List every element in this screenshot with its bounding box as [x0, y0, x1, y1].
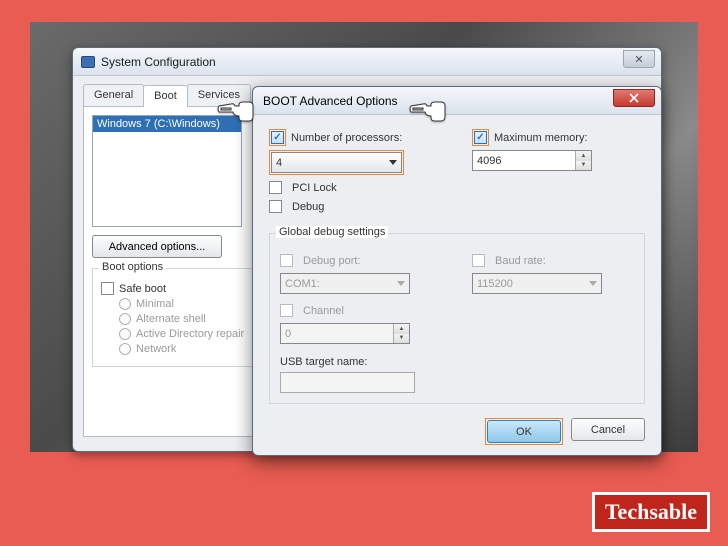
sysconfig-titlebar[interactable]: System Configuration ✕	[73, 48, 661, 76]
cancel-button[interactable]: Cancel	[571, 418, 645, 441]
advopt-title: BOOT Advanced Options	[263, 94, 398, 108]
usb-target-input	[280, 372, 415, 393]
num-processors-combo-highlight: 4	[269, 150, 404, 175]
global-debug-settings-group: Global debug settings Debug port: COM1:	[269, 233, 645, 404]
debug-checkbox[interactable]	[269, 200, 282, 213]
global-debug-label: Global debug settings	[276, 226, 388, 238]
channel-spinner: 0 ▲▼	[280, 323, 410, 344]
max-memory-label: Maximum memory:	[494, 132, 588, 144]
chevron-down-icon	[389, 160, 397, 165]
safe-boot-label: Safe boot	[119, 283, 166, 295]
channel-label: Channel	[303, 305, 344, 317]
advopt-body: Number of processors: 4 PCI Lock	[253, 115, 661, 459]
chevron-down-icon	[397, 281, 405, 286]
baud-rate-combo: 115200	[472, 273, 602, 294]
sysconfig-icon	[81, 56, 95, 68]
debug-port-label: Debug port:	[303, 255, 360, 267]
spinner-buttons: ▲▼	[393, 324, 409, 343]
num-processors-combo[interactable]: 4	[271, 152, 402, 173]
tab-general[interactable]: General	[83, 84, 144, 106]
dialog-buttons: OK Cancel	[269, 418, 645, 445]
boot-options-label: Boot options	[99, 261, 166, 273]
max-memory-checkbox-highlight	[472, 129, 489, 146]
screenshot-canvas: System Configuration ✕ General Boot Serv…	[30, 22, 698, 452]
channel-value: 0	[281, 328, 393, 340]
max-memory-checkbox[interactable]	[474, 131, 487, 144]
tab-boot[interactable]: Boot	[143, 85, 188, 107]
os-list[interactable]: Windows 7 (C:\Windows)	[92, 115, 242, 227]
close-button[interactable]	[613, 89, 655, 107]
usb-target-label: USB target name:	[280, 356, 367, 368]
channel-checkbox	[280, 304, 293, 317]
num-processors-checkbox[interactable]	[271, 131, 284, 144]
pci-lock-checkbox[interactable]	[269, 181, 282, 194]
baud-rate-checkbox	[472, 254, 485, 267]
debug-port-value: COM1:	[285, 278, 320, 290]
advanced-options-button[interactable]: Advanced options...	[92, 235, 222, 258]
safe-boot-checkbox[interactable]	[101, 282, 114, 295]
chevron-down-icon	[589, 281, 597, 286]
radio-alternate-shell	[119, 313, 131, 325]
ok-button[interactable]: OK	[487, 420, 561, 443]
sysconfig-title: System Configuration	[101, 55, 216, 69]
boot-options-group: Boot options Safe boot Minimal Alternate…	[92, 268, 262, 367]
debug-label: Debug	[292, 201, 324, 213]
watermark: Techsable	[592, 492, 710, 532]
pci-lock-label: PCI Lock	[292, 182, 337, 194]
radio-network	[119, 343, 131, 355]
max-memory-spinner[interactable]: 4096 ▲▼	[472, 150, 592, 171]
pointer-hand-icon	[407, 96, 447, 124]
num-processors-value: 4	[276, 157, 282, 169]
pointer-hand-icon	[215, 96, 255, 124]
ok-button-highlight: OK	[485, 418, 563, 445]
radio-minimal	[119, 298, 131, 310]
num-processors-label: Number of processors:	[291, 132, 402, 144]
close-icon[interactable]: ✕	[623, 50, 655, 68]
boot-advanced-options-dialog: BOOT Advanced Options Number of processo…	[252, 86, 662, 456]
debug-port-combo: COM1:	[280, 273, 410, 294]
num-processors-checkbox-highlight	[269, 129, 286, 146]
baud-rate-label: Baud rate:	[495, 255, 546, 267]
max-memory-value: 4096	[473, 155, 575, 167]
debug-port-checkbox	[280, 254, 293, 267]
baud-rate-value: 115200	[477, 278, 513, 290]
spinner-buttons[interactable]: ▲▼	[575, 151, 591, 170]
advopt-titlebar[interactable]: BOOT Advanced Options	[253, 87, 661, 115]
radio-ad-repair	[119, 328, 131, 340]
